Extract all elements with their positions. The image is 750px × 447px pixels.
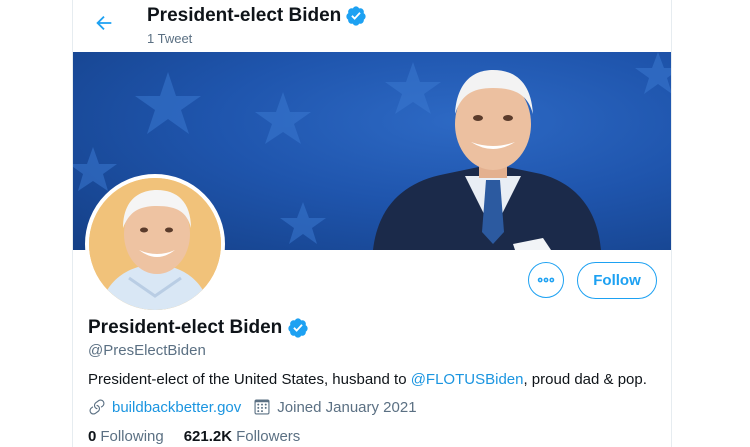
joined-date: Joined January 2021 bbox=[253, 398, 417, 416]
link-icon bbox=[88, 398, 106, 416]
following-label: Following bbox=[100, 428, 164, 445]
arrow-left-icon bbox=[96, 15, 112, 31]
bio-mention-link[interactable]: @FLOTUSBiden bbox=[411, 371, 524, 388]
verified-badge-icon bbox=[288, 318, 308, 338]
follow-button[interactable]: Follow bbox=[577, 262, 657, 299]
back-button[interactable] bbox=[90, 9, 118, 37]
followers-stat[interactable]: 621.2K Followers bbox=[184, 428, 301, 445]
header-name: President-elect Biden bbox=[147, 5, 342, 26]
bio-text-end: , proud dad & pop. bbox=[523, 371, 647, 388]
more-options-button[interactable] bbox=[528, 262, 564, 298]
tweet-count: 1 Tweet bbox=[147, 31, 193, 46]
website-link[interactable]: buildbackbetter.gov bbox=[112, 399, 241, 416]
joined-text: Joined January 2021 bbox=[277, 398, 417, 416]
bio-text: President-elect of the United States, hu… bbox=[88, 371, 411, 388]
verified-badge-icon bbox=[346, 6, 366, 26]
followers-label: Followers bbox=[236, 428, 301, 445]
following-count: 0 bbox=[88, 428, 97, 445]
more-dots-icon bbox=[537, 277, 555, 283]
profile-header-bar: President-elect Biden 1 Tweet bbox=[73, 0, 671, 52]
profile-bio: President-elect of the United States, hu… bbox=[88, 371, 647, 388]
calendar-icon bbox=[253, 398, 271, 416]
profile-handle: @PresElectBiden bbox=[88, 342, 206, 359]
profile-avatar[interactable] bbox=[85, 174, 225, 314]
followers-count: 621.2K bbox=[183, 428, 233, 445]
profile-meta: buildbackbetter.gov Joined January 2021 bbox=[88, 398, 417, 416]
profile-display-name: President-elect Biden bbox=[88, 317, 309, 339]
profile-name-text: President-elect Biden bbox=[88, 317, 283, 338]
header-title: President-elect Biden bbox=[147, 5, 367, 27]
follow-stats: 0 Following 621.2K Followers bbox=[88, 428, 320, 445]
following-stat[interactable]: 0 Following bbox=[88, 428, 164, 445]
profile-column: President-elect Biden 1 Tweet Follow Pre… bbox=[72, 0, 672, 447]
